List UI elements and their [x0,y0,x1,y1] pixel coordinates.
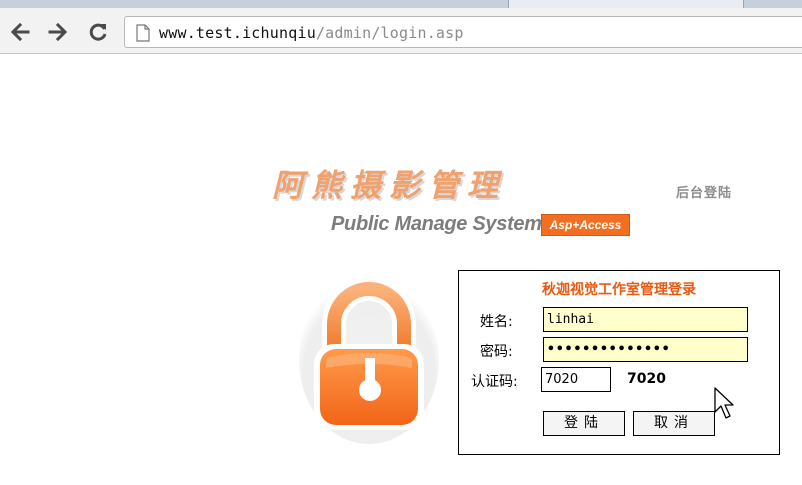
captcha-code: 7020 [627,371,666,387]
reload-button[interactable] [86,20,110,44]
url-text: www.test.ichunqiu/admin/login.asp [159,24,464,42]
captcha-input[interactable]: 7020 [541,367,611,392]
username-input[interactable]: linhai [543,307,748,332]
back-button[interactable] [8,20,32,44]
password-input[interactable]: •••••••••••••• [543,337,748,362]
captcha-label: 认证码: [471,374,518,390]
browser-toolbar: www.test.ichunqiu/admin/login.asp [0,8,802,54]
url-host: www.test.ichunqiu [159,24,316,42]
logo-english-title: Public Manage System [331,213,542,235]
lock-icon [299,276,439,444]
page-icon [136,24,150,42]
login-button[interactable]: 登陆 [543,411,625,436]
mouse-cursor-icon [714,387,734,419]
reload-icon [89,23,107,41]
logo-chinese-title: 阿熊摄影管理 [272,168,506,204]
forward-arrow-icon [48,22,68,42]
cancel-button[interactable]: 取消 [633,411,715,436]
logo-badge: Asp+Access [541,214,630,236]
back-arrow-icon [10,22,30,42]
address-bar[interactable]: www.test.ichunqiu/admin/login.asp [124,16,802,48]
forward-button[interactable] [46,20,70,44]
url-path: /admin/login.asp [315,24,464,42]
login-form: 秋迦视觉工作室管理登录 姓名: linhai 密码: •••••••••••••… [458,270,780,455]
username-label: 姓名: [480,314,513,330]
login-title: 秋迦视觉工作室管理登录 [542,282,696,298]
tab-strip [0,0,802,8]
admin-login-tag: 后台登陆 [676,186,733,201]
active-tab[interactable] [508,0,744,8]
password-label: 密码: [480,344,513,360]
